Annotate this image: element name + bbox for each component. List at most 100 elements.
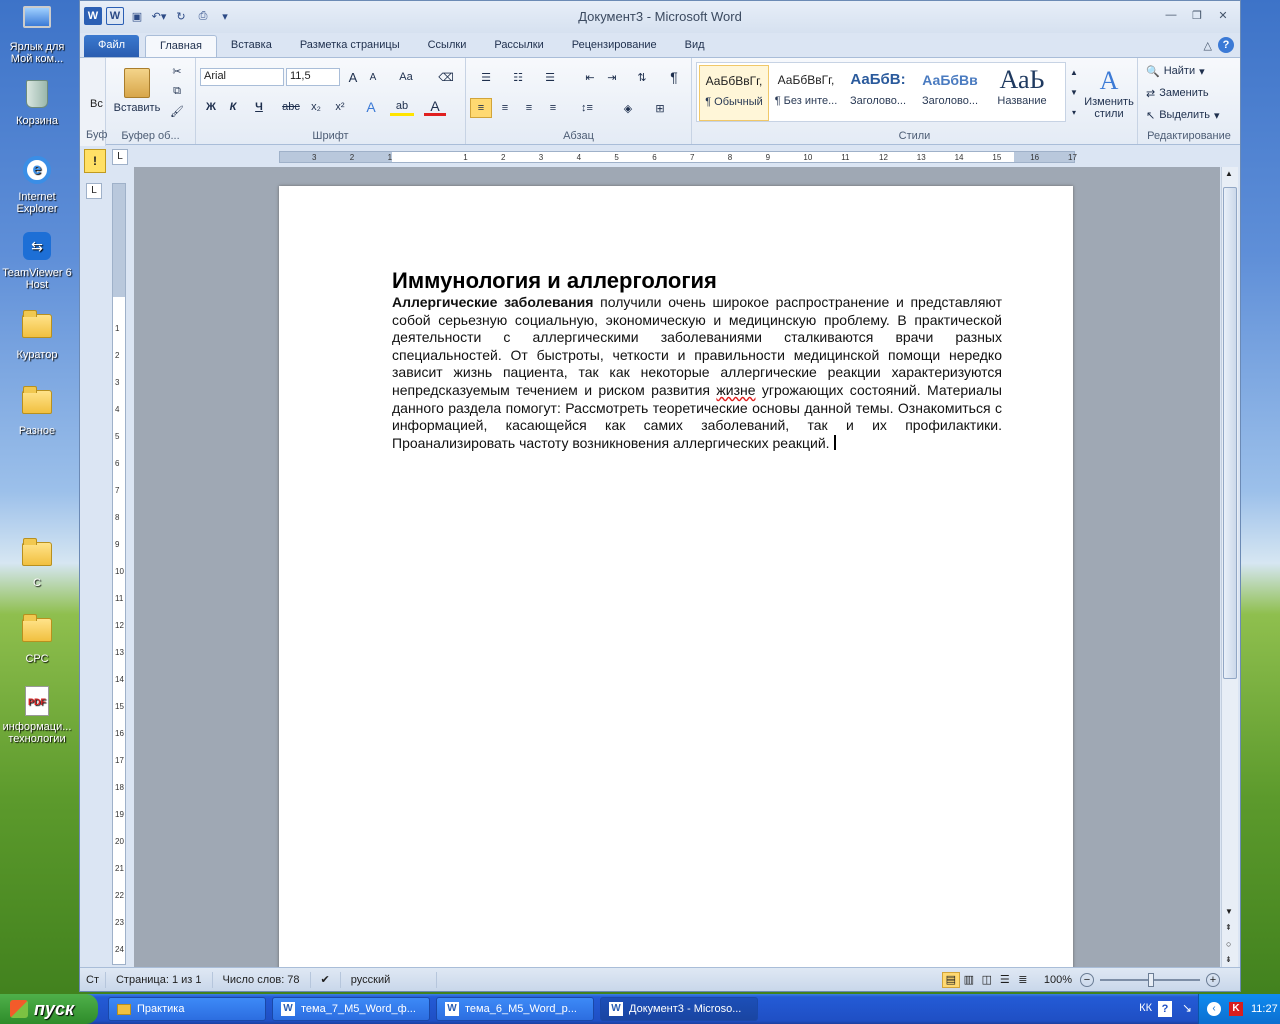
desktop-icon-my-computer[interactable]: Ярлык для Мой ком...	[0, 2, 74, 65]
vertical-ruler[interactable]: 1 2 3 4 5 6 7 8 9 10 11 12 13 14 15 16 17 18 19 20 21 22 23 24	[112, 183, 126, 965]
view-draft-icon[interactable]: ≣	[1014, 973, 1032, 986]
change-styles-button[interactable]: A Изменить стили	[1082, 62, 1136, 124]
language-indicator[interactable]: КК	[1139, 1002, 1152, 1014]
arrow-tray-icon[interactable]: ↘	[1182, 1001, 1192, 1015]
underline-button[interactable]: Ч	[248, 98, 270, 116]
sort-icon[interactable]: ⇅	[632, 68, 652, 86]
bold-button[interactable]: Ж	[202, 98, 220, 116]
scroll-up-icon[interactable]: ▲	[1225, 169, 1233, 178]
align-center-icon[interactable]: ≡	[494, 98, 516, 118]
desktop-icon-srs[interactable]: СРС	[0, 612, 74, 665]
next-page-icon[interactable]: ⇟	[1225, 955, 1232, 964]
bullets-icon[interactable]: ☰	[474, 68, 498, 86]
desktop-icon-raznoe[interactable]: Разное	[0, 384, 74, 437]
increase-indent-icon[interactable]: ⇥	[602, 68, 622, 86]
status-words[interactable]: Число слов: 78	[213, 971, 311, 988]
status-language[interactable]: русский	[341, 971, 437, 988]
select-button[interactable]: ↖ Выделить ▾	[1146, 106, 1220, 124]
paste-button[interactable]: Вставить	[112, 62, 162, 120]
text-effects-icon[interactable]: A	[360, 98, 382, 116]
tab-references[interactable]: Ссылки	[414, 35, 481, 57]
close-icon[interactable]: ✕	[1212, 9, 1234, 25]
ribbon-collapse-icon[interactable]: △	[1204, 39, 1212, 52]
font-size-select[interactable]: 11,5	[286, 68, 340, 86]
italic-button[interactable]: К	[224, 98, 242, 116]
zoom-out-icon[interactable]: −	[1080, 972, 1094, 987]
desktop-icon-recycle-bin[interactable]: Корзина	[0, 78, 74, 127]
decrease-indent-icon[interactable]: ⇤	[580, 68, 600, 86]
gallery-more-icon[interactable]: ▾	[1068, 102, 1080, 122]
justify-icon[interactable]: ≡	[542, 98, 564, 118]
style-heading-2[interactable]: АаБбВв Заголово...	[915, 65, 985, 121]
antivirus-icon[interactable]: K	[1229, 1002, 1243, 1016]
desktop-icon-internet-explorer[interactable]: e Internet Explorer	[0, 154, 74, 215]
style-no-spacing[interactable]: АаБбВвГг, ¶ Без инте...	[771, 65, 841, 121]
tab-selector-icon[interactable]: L	[112, 149, 128, 165]
warning-shield-icon[interactable]: !	[84, 149, 106, 173]
desktop-icon-kurator[interactable]: Куратор	[0, 308, 74, 361]
zoom-level[interactable]: 100%	[1032, 974, 1080, 986]
font-color-icon[interactable]: A	[424, 98, 446, 116]
tab-review[interactable]: Рецензирование	[558, 35, 671, 57]
align-left-icon[interactable]: ≡	[470, 98, 492, 118]
tab-home[interactable]: Главная	[145, 35, 217, 57]
align-right-icon[interactable]: ≡	[518, 98, 540, 118]
zoom-slider-thumb[interactable]	[1148, 972, 1154, 987]
find-button[interactable]: 🔍 Найти ▾	[1146, 62, 1205, 80]
cut-icon[interactable]: ✂	[168, 62, 186, 80]
copy-icon[interactable]: ⧉	[168, 82, 186, 100]
superscript-button[interactable]: x²	[330, 98, 350, 116]
clear-format-icon[interactable]: ⌫	[436, 68, 456, 86]
help-icon[interactable]: ?	[1218, 37, 1234, 53]
gallery-scroll-up-icon[interactable]: ▲	[1068, 62, 1080, 82]
desktop-icon-s[interactable]: С	[0, 536, 74, 589]
grow-font-button[interactable]: A	[344, 68, 362, 86]
document-page[interactable]: Иммунология и аллергология Аллергические…	[279, 186, 1073, 969]
shrink-font-button[interactable]: A	[364, 68, 382, 86]
tab-file[interactable]: Файл	[84, 35, 140, 57]
shading-icon[interactable]: ◈	[616, 98, 640, 118]
style-heading-1[interactable]: АаБбВ: Заголово...	[843, 65, 913, 121]
borders-icon[interactable]: ⊞	[648, 98, 672, 118]
show-hidden-icon[interactable]: ‹	[1207, 1002, 1221, 1016]
help-tray-icon[interactable]: ?	[1158, 1001, 1172, 1017]
line-spacing-icon[interactable]: ↕≡	[574, 98, 600, 118]
maximize-icon[interactable]: ❐	[1186, 9, 1208, 25]
misspelled-word[interactable]: жизне	[716, 382, 755, 398]
taskbar-button-tema6[interactable]: W тема_6_M5_Word_р...	[436, 997, 594, 1021]
proofing-icon[interactable]: ✔	[311, 971, 341, 988]
scroll-thumb[interactable]	[1223, 187, 1237, 679]
replace-button[interactable]: ⇄ Заменить	[1146, 84, 1209, 102]
desktop-icon-teamviewer[interactable]: ⇆ TeamViewer 6 Host	[0, 230, 74, 291]
subscript-button[interactable]: x₂	[306, 98, 326, 116]
view-reading-icon[interactable]: ▥	[960, 973, 978, 986]
font-name-select[interactable]: Arial	[200, 68, 284, 86]
view-print-layout-icon[interactable]: ▤	[941, 971, 960, 988]
minimize-icon[interactable]: —	[1160, 9, 1182, 25]
taskbar-button-tema7[interactable]: W тема_7_M5_Word_ф...	[272, 997, 430, 1021]
tab-insert[interactable]: Вставка	[217, 35, 286, 57]
document-body[interactable]: Аллергические заболевания получили очень…	[392, 294, 1002, 452]
vruler-tab-icon[interactable]: L	[86, 183, 102, 199]
desktop-icon-pdf[interactable]: PDF информаци... технологии	[0, 686, 74, 745]
scroll-down-icon[interactable]: ▼	[1225, 907, 1233, 916]
document-title[interactable]: Иммунология и аллергология	[392, 268, 717, 294]
show-marks-button[interactable]: ¶	[664, 68, 684, 86]
multilevel-list-icon[interactable]: ☰	[538, 68, 562, 86]
vertical-scrollbar[interactable]: ▲ ▼ ⇞ ○ ⇟	[1221, 167, 1238, 969]
zoom-slider[interactable]	[1100, 972, 1200, 987]
start-button[interactable]: пуск	[0, 994, 98, 1024]
strikethrough-button[interactable]: abc	[280, 98, 302, 116]
status-page[interactable]: Страница: 1 из 1	[106, 971, 213, 988]
view-outline-icon[interactable]: ☰	[996, 973, 1014, 986]
view-web-icon[interactable]: ◫	[978, 973, 996, 986]
style-normal[interactable]: АаБбВвГг, ¶ Обычный	[699, 65, 769, 121]
format-painter-icon[interactable]: 🖌	[168, 102, 186, 120]
zoom-in-icon[interactable]: +	[1206, 972, 1220, 987]
change-case-button[interactable]: Аа	[394, 68, 418, 86]
horizontal-ruler[interactable]: 3 2 1 1 2 3 4 5 6 7 8 9 10 11 12 13 14 15 16 17	[279, 151, 1077, 163]
tab-view[interactable]: Вид	[671, 35, 719, 57]
tab-mailings[interactable]: Рассылки	[480, 35, 557, 57]
tab-page-layout[interactable]: Разметка страницы	[286, 35, 414, 57]
taskbar-button-praktika[interactable]: Практика	[108, 997, 266, 1021]
